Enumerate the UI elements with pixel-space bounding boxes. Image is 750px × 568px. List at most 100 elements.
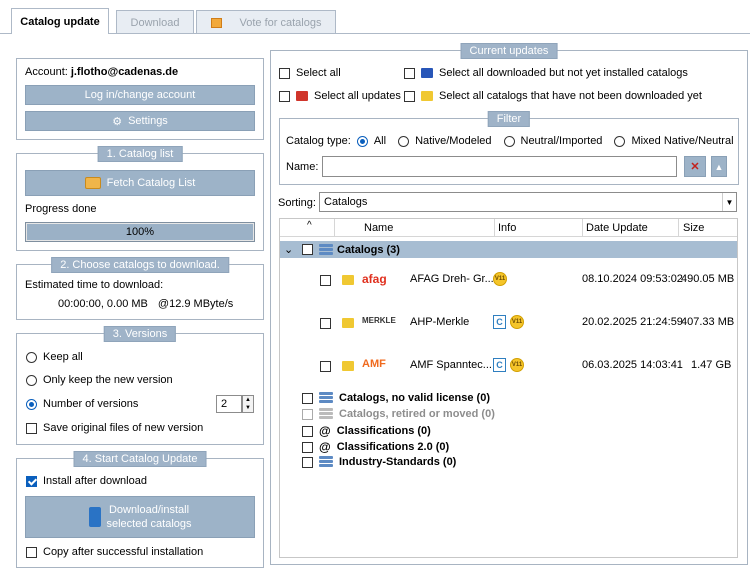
row-name: AHP-Merkle [410,316,470,328]
choose-group: 2. Choose catalogs to download. Estimate… [16,257,264,320]
install-after-checkbox[interactable] [26,475,37,487]
save-original-checkbox[interactable] [26,422,37,434]
select-all-updates-row[interactable]: Select all updates [279,90,401,102]
download-rate: @12.9 MByte/s [157,298,234,310]
gear-icon: ⚙ [112,115,123,128]
type-native-label: Native/Modeled [415,135,492,147]
copy-after-row[interactable]: Copy after successful installation [26,546,203,558]
group-checkbox[interactable] [302,408,313,420]
at-icon: @ [319,440,331,454]
group-checkbox[interactable] [302,441,313,453]
column-size[interactable]: Size [683,222,704,234]
group-classifications-2-row[interactable]: @ Classifications 2.0 (0) [302,440,449,454]
group-retired-row[interactable]: Catalogs, retired or moved (0) [302,408,495,420]
filter-group: Filter Catalog type: All Native/Modeled … [279,111,739,185]
version-option-keep-all[interactable]: Keep all [26,351,83,363]
start-group: 4. Start Catalog Update Install after do… [16,451,264,568]
type-all-radio[interactable] [356,135,368,147]
folder-icon [84,177,101,189]
select-not-downloaded-checkbox[interactable] [404,90,415,102]
table-row[interactable]: AMF AMF Spanntec... C V11 06.03.2025 14:… [280,346,737,386]
column-date-update[interactable]: Date Update [586,222,648,234]
chevron-down-icon: ▼ [722,193,736,211]
row-checkbox[interactable] [320,360,331,372]
login-button[interactable]: Log in/change account [25,85,255,105]
row-date: 08.10.2024 09:53:02 [582,273,683,285]
group-industry-standards-row[interactable]: Industry-Standards (0) [302,456,456,468]
group-label: Classifications 2.0 (0) [336,441,450,453]
keep-all-radio[interactable] [26,351,37,363]
row-name: AFAG Dreh- Gr... [410,273,494,285]
download-install-line2: selected catalogs [106,518,192,530]
tab-download[interactable]: Download [116,10,194,34]
select-not-downloaded-row[interactable]: Select all catalogs that have not been d… [404,90,702,102]
arrow-up-icon: ▲ [714,161,724,172]
tab-vote[interactable]: Vote for catalogs [196,10,336,34]
clear-filter-icon: ✕ [690,161,700,173]
row-checkbox[interactable] [320,317,331,329]
filter-up-button[interactable]: ▲ [711,156,727,177]
version-option-keep-new[interactable]: Only keep the new version [26,374,173,386]
install-after-row[interactable]: Install after download [26,475,147,487]
group-label: Classifications (0) [336,425,431,437]
type-native-radio[interactable] [398,135,410,147]
catalogs-group-row[interactable]: ⌄ Catalogs (3) [280,241,737,258]
versions-stepper[interactable]: ▲ ▼ [242,395,254,413]
versions-number-input[interactable]: 2 [216,395,242,413]
select-downloaded-checkbox[interactable] [404,67,415,79]
table-row[interactable]: afag AFAG Dreh- Gr... V11 08.10.2024 09:… [280,260,737,300]
catalogs-group-checkbox[interactable] [302,244,313,255]
tab-divider [0,33,750,34]
type-mixed-radio[interactable] [614,135,626,147]
name-filter-input[interactable] [322,156,677,177]
type-neutral-radio[interactable] [503,135,515,147]
select-downloaded-row[interactable]: Select all downloaded but not yet instal… [404,67,688,79]
select-all-row[interactable]: Select all [279,67,341,79]
red-cube-icon [296,91,308,101]
expand-chevron-icon[interactable]: ⌄ [284,243,296,256]
stepper-down-icon[interactable]: ▼ [243,404,253,412]
download-install-line1: Download/install [108,504,190,516]
tab-catalog-update[interactable]: Catalog update [11,8,109,34]
keep-new-label: Only keep the new version [43,374,173,386]
settings-button[interactable]: ⚙ Settings [25,111,255,131]
group-no-license-row[interactable]: Catalogs, no valid license (0) [302,392,490,404]
filter-legend: Filter [487,111,531,127]
column-info[interactable]: Info [498,222,516,234]
group-checkbox[interactable] [302,392,313,404]
amf-logo: AMF [362,358,386,370]
select-all-updates-checkbox[interactable] [279,90,290,102]
column-name[interactable]: Name [364,222,393,234]
settings-button-label: Settings [128,115,168,127]
catalog-list-legend: 1. Catalog list [97,146,183,162]
row-checkbox[interactable] [320,274,331,286]
select-all-label: Select all [296,67,341,79]
stack-icon [319,392,333,404]
select-all-checkbox[interactable] [279,67,290,79]
versions-group: 3. Versions Keep all Only keep the new v… [16,326,264,445]
save-original-row[interactable]: Save original files of new version [26,422,203,434]
catalogs-group-label: Catalogs (3) [337,243,400,256]
number-of-versions-radio[interactable] [26,398,37,410]
fetch-catalog-list-button[interactable]: Fetch Catalog List [25,170,255,196]
stepper-up-icon[interactable]: ▲ [243,396,253,404]
progress-bar: 100% [25,222,255,242]
table-row[interactable]: MERKLE AHP-Merkle C V11 20.02.2025 21:24… [280,303,737,343]
group-checkbox[interactable] [302,456,313,468]
download-install-button[interactable]: Download/install selected catalogs [25,496,255,538]
sorting-select[interactable]: Catalogs ▼ [319,192,737,212]
estimated-label: Estimated time to download: [25,279,164,291]
keep-new-radio[interactable] [26,374,37,386]
keep-all-label: Keep all [43,351,83,363]
group-classifications-row[interactable]: @ Classifications (0) [302,424,431,438]
group-checkbox[interactable] [302,425,313,437]
version-option-number[interactable]: Number of versions [26,398,138,410]
row-date: 20.02.2025 21:24:59 [582,316,683,328]
row-name: AMF Spanntec... [410,359,492,371]
catalog-table: ^ Name Info Date Update Size ⌄ Catalogs … [279,218,738,558]
catalog-type-row: Catalog type: All Native/Modeled Neutral… [286,135,734,147]
blue-cube-icon [421,68,433,78]
row-size: 1.47 GB [691,359,732,371]
table-header: ^ Name Info Date Update Size [280,219,737,237]
clear-filter-button[interactable]: ✕ [684,156,706,177]
